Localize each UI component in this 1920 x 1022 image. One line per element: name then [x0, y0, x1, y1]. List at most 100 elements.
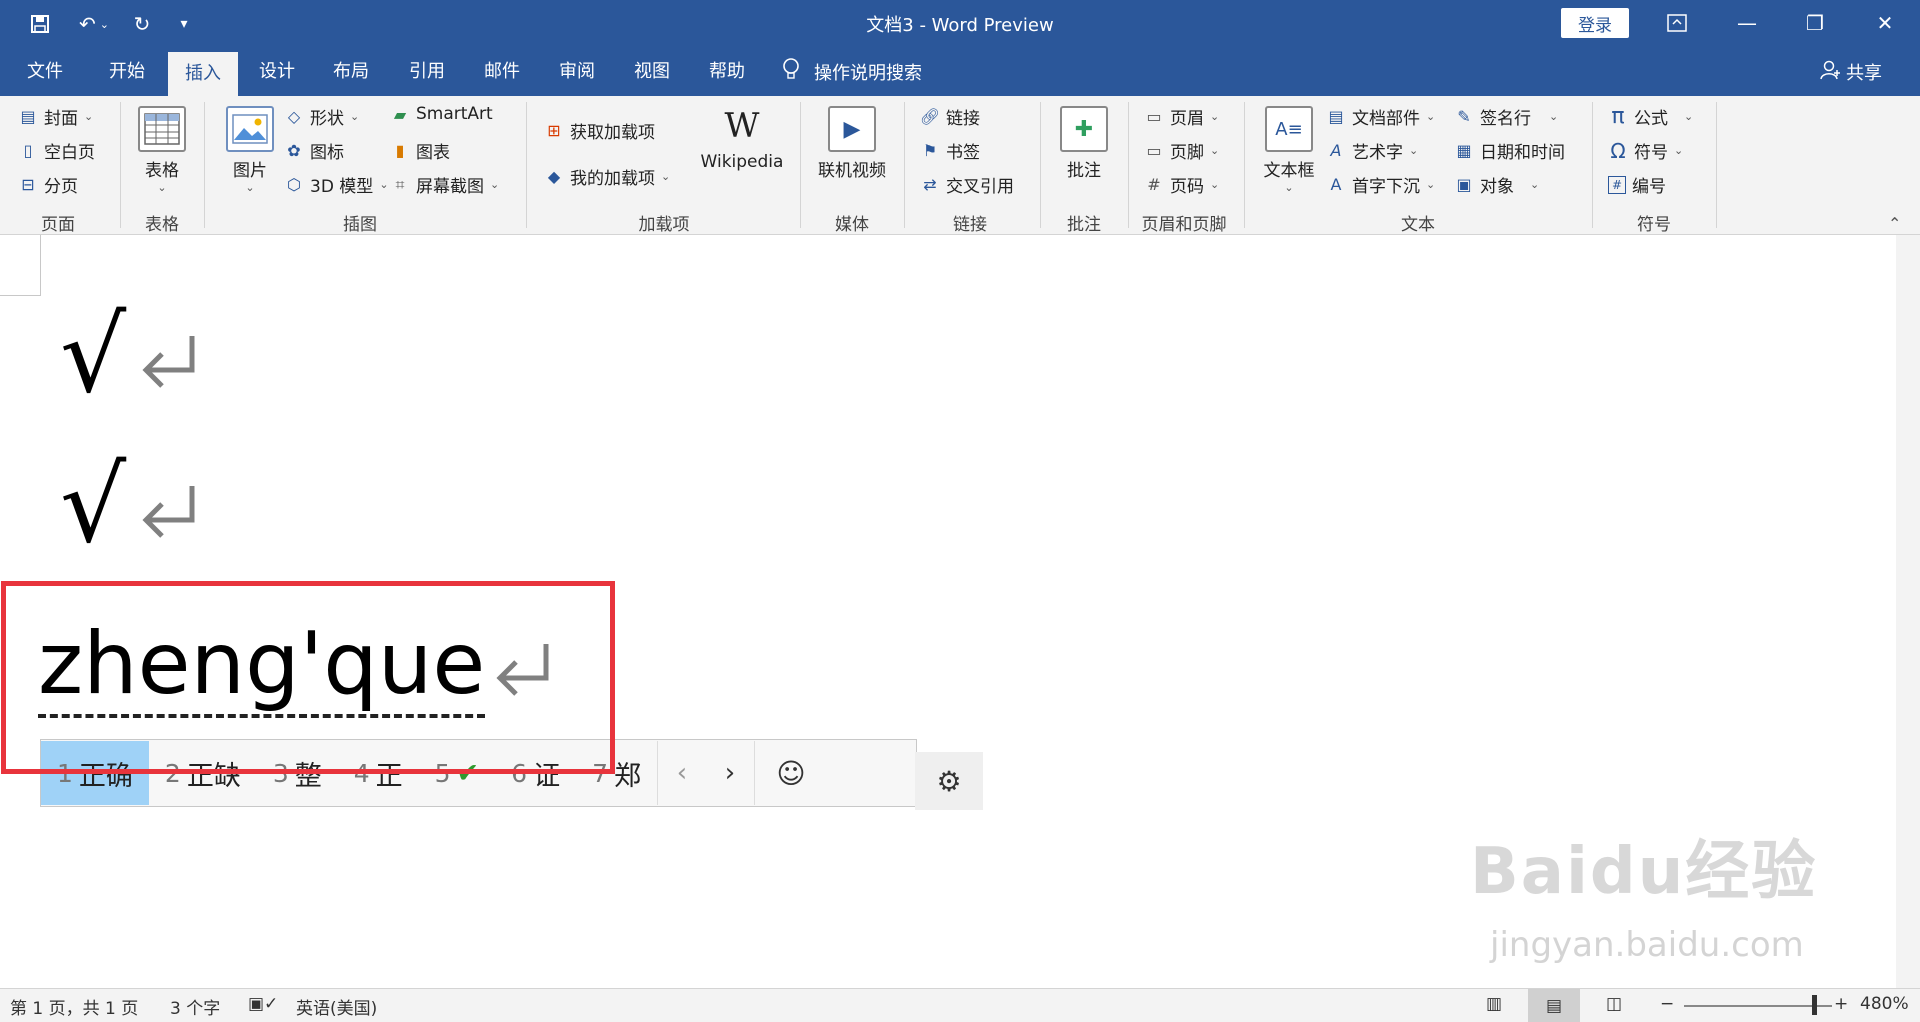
group-separator — [1244, 102, 1245, 228]
tab-home[interactable]: 开始 — [96, 48, 158, 96]
group-separator — [800, 102, 801, 228]
cross-reference-button[interactable]: ⇄ 交叉引用 — [920, 172, 1014, 197]
icons-button[interactable]: ✿ 图标 — [284, 138, 344, 163]
picture-icon — [226, 106, 274, 152]
get-addins-button[interactable]: ⊞ 获取加载项 — [544, 118, 655, 143]
chevron-right-icon[interactable]: › — [706, 758, 754, 788]
signature-line-button[interactable]: ✎ 签名行 ⌄ — [1454, 104, 1558, 129]
wikipedia-label: Wikipedia — [700, 152, 784, 172]
zoom-slider[interactable] — [1684, 1005, 1832, 1007]
group-label-text: 文本 — [1401, 215, 1435, 235]
zoom-level[interactable]: 480% — [1860, 994, 1909, 1014]
omega-icon: Ω — [1610, 138, 1626, 163]
tab-insert[interactable]: 插入 — [168, 52, 238, 96]
wordart-button[interactable]: A 艺术字 ⌄ — [1326, 138, 1419, 163]
table-icon — [138, 106, 186, 152]
word-count[interactable]: 3 个字 — [170, 994, 220, 1019]
new-comment-icon: ✚ — [1060, 106, 1108, 152]
group-separator — [904, 102, 905, 228]
chart-button[interactable]: ▮ 图表 — [390, 138, 450, 163]
calendar-icon: ▦ — [1456, 141, 1472, 160]
zoom-in-icon[interactable]: + — [1834, 994, 1848, 1014]
page-number-icon: # — [1147, 175, 1161, 194]
cube-icon: ⬡ — [287, 175, 301, 194]
date-time-button[interactable]: ▦ 日期和时间 — [1454, 138, 1565, 163]
online-video-button[interactable]: ▶ 联机视频 — [812, 106, 892, 181]
pictures-button[interactable]: 图片 ⌄ — [222, 106, 278, 194]
print-layout-icon[interactable]: ▤ — [1528, 989, 1580, 1022]
close-icon[interactable]: ✕ — [1862, 8, 1908, 38]
smartart-label: SmartArt — [416, 104, 493, 124]
drop-cap-button[interactable]: A 首字下沉 ⌄ — [1326, 172, 1436, 197]
signature-line-label: 签名行 — [1480, 109, 1531, 129]
language-indicator[interactable]: 英语(美国) — [296, 994, 377, 1019]
group-label-tables: 表格 — [145, 215, 179, 235]
wikipedia-button[interactable]: W Wikipedia — [696, 106, 788, 172]
tab-review[interactable]: 审阅 — [546, 48, 608, 96]
numbering-button[interactable]: # 编号 — [1608, 172, 1666, 197]
read-mode-icon[interactable]: ▥ — [1486, 994, 1502, 1014]
comment-button[interactable]: ✚ 批注 — [1056, 106, 1112, 181]
tab-file[interactable]: 文件 — [14, 48, 76, 96]
screenshot-button[interactable]: ⌗ 屏幕截图 ⌄ — [390, 172, 499, 198]
collapse-ribbon-icon[interactable]: ⌃ — [1888, 214, 1901, 233]
tab-mailings[interactable]: 邮件 — [471, 48, 533, 96]
share-button[interactable]: 共享 — [1820, 48, 1882, 96]
bookmark-button[interactable]: ⚑ 书签 — [920, 138, 980, 163]
addins-icon: ◆ — [547, 167, 561, 186]
window-title: 文档3 - Word Preview — [866, 15, 1054, 36]
symbol-button[interactable]: Ω 符号 ⌄ — [1608, 138, 1683, 164]
equation-label: 公式 — [1634, 109, 1668, 129]
page-count[interactable]: 第 1 页，共 1 页 — [10, 994, 138, 1019]
text-box-button[interactable]: A≡ 文本框 ⌄ — [1258, 106, 1320, 194]
object-button[interactable]: ▣ 对象 ⌄ — [1454, 172, 1539, 197]
cover-page-button[interactable]: ▤ 封面 ⌄ — [18, 104, 93, 129]
tab-references[interactable]: 引用 — [396, 48, 458, 96]
page-number-button[interactable]: # 页码 ⌄ — [1144, 172, 1219, 197]
group-separator — [1716, 102, 1717, 228]
emoji-icon[interactable]: ☺ — [753, 741, 827, 805]
footer-button[interactable]: ▭ 页脚 ⌄ — [1144, 138, 1219, 163]
tab-design[interactable]: 设计 — [246, 48, 308, 96]
equation-button[interactable]: π 公式 ⌄ — [1608, 104, 1693, 129]
tab-layout[interactable]: 布局 — [320, 48, 382, 96]
zoom-slider-thumb[interactable] — [1812, 995, 1817, 1015]
tell-me-search[interactable]: 操作说明搜索 — [782, 48, 922, 96]
person-icon — [1820, 60, 1840, 85]
ime-page-nav: ‹ › — [656, 741, 754, 805]
tab-help[interactable]: 帮助 — [696, 48, 758, 96]
link-button[interactable]: 🔗︎ 链接 — [920, 104, 980, 129]
shapes-button[interactable]: ◇ 形状 ⌄ — [284, 104, 359, 129]
numbering-label: 编号 — [1632, 177, 1666, 197]
symbol-label: 符号 — [1634, 143, 1668, 163]
web-layout-icon[interactable]: ◫ — [1606, 994, 1622, 1014]
page-break-button[interactable]: ⊟ 分页 — [18, 172, 78, 197]
group-separator — [1592, 102, 1593, 228]
vertical-scrollbar[interactable] — [1896, 235, 1920, 988]
quick-parts-button[interactable]: ▤ 文档部件 ⌄ — [1326, 104, 1435, 129]
proofing-icon[interactable]: ▣✓ — [248, 994, 278, 1014]
my-addins-button[interactable]: ◆ 我的加载项 ⌄ — [544, 164, 670, 189]
smartart-button[interactable]: ▰ SmartArt — [390, 104, 493, 124]
shapes-label: 形状 — [310, 109, 344, 129]
wordart-icon: A — [1330, 141, 1342, 160]
3d-models-button[interactable]: ⬡ 3D 模型 ⌄ — [284, 172, 389, 197]
ribbon-display-options-icon[interactable] — [1654, 8, 1700, 38]
title-bar: ↶ ⌄ ↻ ▾ 文档3 - Word Preview 登录 — ❐ ✕ — [0, 0, 1920, 48]
link-icon: 🔗︎ — [919, 107, 941, 126]
restore-icon[interactable]: ❐ — [1792, 8, 1838, 38]
signature-icon: ✎ — [1457, 107, 1471, 126]
login-button[interactable]: 登录 — [1561, 8, 1629, 38]
gear-icon[interactable]: ⚙ — [915, 752, 983, 810]
zoom-out-icon[interactable]: − — [1660, 994, 1674, 1014]
header-button[interactable]: ▭ 页眉 ⌄ — [1144, 104, 1219, 129]
minimize-icon[interactable]: — — [1724, 8, 1770, 38]
chevron-left-icon[interactable]: ‹ — [658, 758, 706, 788]
blank-page-button[interactable]: ▯ 空白页 — [18, 138, 95, 163]
group-separator — [1128, 102, 1129, 228]
wikipedia-icon: W — [724, 106, 760, 146]
tab-view[interactable]: 视图 — [621, 48, 683, 96]
status-bar: 第 1 页，共 1 页 3 个字 ▣✓ 英语(美国) ▥ ▤ ◫ − + 480… — [0, 988, 1920, 1022]
table-button[interactable]: 表格 ⌄ — [134, 106, 190, 194]
share-label: 共享 — [1846, 63, 1882, 84]
